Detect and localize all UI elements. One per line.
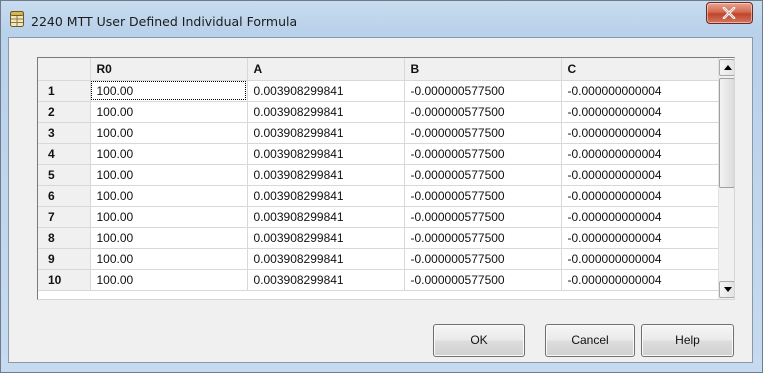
row-number[interactable]: 5 [38, 164, 91, 186]
cell-r0[interactable]: 100.00 [90, 122, 248, 144]
cell-c[interactable]: -0.000000000004 [561, 248, 719, 270]
cell-c[interactable]: -0.000000000004 [561, 269, 719, 291]
table-row[interactable]: 10 100.00 0.003908299841 -0.000000577500 -0.… [38, 269, 719, 291]
row-number[interactable]: 1 [38, 80, 91, 102]
cell-b[interactable]: -0.000000577500 [404, 80, 562, 102]
cell-r0[interactable]: 100.00 [90, 164, 248, 186]
cell-r0[interactable]: 100.00 [90, 143, 248, 165]
row-number[interactable]: 4 [38, 143, 91, 165]
cell-a[interactable]: 0.003908299841 [247, 269, 405, 291]
table-row[interactable]: 9 100.00 0.003908299841 -0.000000577500 -0.0… [38, 248, 719, 270]
row-number[interactable]: 3 [38, 122, 91, 144]
table-row[interactable]: 7 100.00 0.003908299841 -0.000000577500 -0.0… [38, 206, 719, 228]
cell-c[interactable]: -0.000000000004 [561, 122, 719, 144]
cell-b[interactable]: -0.000000577500 [404, 101, 562, 123]
table-icon [10, 11, 24, 27]
cell-b[interactable]: -0.000000577500 [404, 164, 562, 186]
cell-a[interactable]: 0.003908299841 [247, 101, 405, 123]
cell-r0[interactable]: 100.00 [90, 248, 248, 270]
corner-header [38, 58, 91, 81]
table-row[interactable]: 2 100.00 0.003908299841 -0.000000577500 -0.0… [38, 101, 719, 123]
cell-b[interactable]: -0.000000577500 [404, 206, 562, 228]
formula-table: R0 A B C 1 100.00 0.003908299841 -0.0000005… [38, 58, 719, 291]
cell-r0[interactable]: 100.00 [90, 80, 248, 102]
cancel-button[interactable]: Cancel [545, 324, 635, 357]
column-header-c[interactable]: C [561, 58, 719, 81]
scrollbar-thumb[interactable] [719, 78, 734, 188]
cell-r0[interactable]: 100.00 [90, 206, 248, 228]
scroll-up-arrow-icon [724, 65, 732, 70]
title-bar[interactable]: 2240 MTT User Defined Individual Formula [1, 1, 762, 39]
close-button[interactable] [706, 2, 753, 24]
row-number[interactable]: 7 [38, 206, 91, 228]
scroll-down-arrow-icon [724, 287, 732, 292]
cell-a[interactable]: 0.003908299841 [247, 164, 405, 186]
cell-a[interactable]: 0.003908299841 [247, 143, 405, 165]
cell-c[interactable]: -0.000000000004 [561, 143, 719, 165]
formula-grid: R0 A B C 1 100.00 0.003908299841 -0.0000005… [37, 57, 735, 300]
cell-r0[interactable]: 100.00 [90, 227, 248, 249]
cell-b[interactable]: -0.000000577500 [404, 122, 562, 144]
row-number[interactable]: 10 [38, 269, 91, 291]
vertical-scrollbar[interactable] [718, 59, 734, 299]
cell-a[interactable]: 0.003908299841 [247, 248, 405, 270]
cell-r0[interactable]: 100.00 [90, 101, 248, 123]
cell-b[interactable]: -0.000000577500 [404, 248, 562, 270]
cell-c[interactable]: -0.000000000004 [561, 164, 719, 186]
cell-b[interactable]: -0.000000577500 [404, 143, 562, 165]
row-number[interactable]: 9 [38, 248, 91, 270]
cell-r0[interactable]: 100.00 [90, 269, 248, 291]
cell-a[interactable]: 0.003908299841 [247, 185, 405, 207]
cell-b[interactable]: -0.000000577500 [404, 227, 562, 249]
cell-c[interactable]: -0.000000000004 [561, 101, 719, 123]
cell-r0[interactable]: 100.00 [90, 185, 248, 207]
help-button[interactable]: Help [641, 324, 734, 357]
cell-c[interactable]: -0.000000000004 [561, 80, 719, 102]
cell-a[interactable]: 0.003908299841 [247, 206, 405, 228]
scroll-up-button[interactable] [719, 59, 734, 76]
cell-a[interactable]: 0.003908299841 [247, 122, 405, 144]
row-number[interactable]: 2 [38, 101, 91, 123]
column-header-r0[interactable]: R0 [90, 58, 248, 81]
column-header-a[interactable]: A [247, 58, 405, 81]
scroll-down-button[interactable] [719, 281, 734, 298]
cell-c[interactable]: -0.000000000004 [561, 227, 719, 249]
row-number[interactable]: 6 [38, 185, 91, 207]
cell-b[interactable]: -0.000000577500 [404, 185, 562, 207]
ok-button[interactable]: OK [433, 324, 525, 357]
cell-a[interactable]: 0.003908299841 [247, 80, 405, 102]
column-header-b[interactable]: B [404, 58, 562, 81]
cell-a[interactable]: 0.003908299841 [247, 227, 405, 249]
table-row[interactable]: 4 100.00 0.003908299841 -0.000000577500 -0.0… [38, 143, 719, 165]
table-row[interactable]: 6 100.00 0.003908299841 -0.000000577500 -0.0… [38, 185, 719, 207]
table-row[interactable]: 5 100.00 0.003908299841 -0.000000577500 -0.0… [38, 164, 719, 186]
window-title: 2240 MTT User Defined Individual Formula [31, 14, 298, 29]
table-row[interactable]: 8 100.00 0.003908299841 -0.000000577500 -0.0… [38, 227, 719, 249]
cell-c[interactable]: -0.000000000004 [561, 185, 719, 207]
close-icon [722, 7, 736, 19]
row-number[interactable]: 8 [38, 227, 91, 249]
table-row[interactable]: 1 100.00 0.003908299841 -0.000000577500 -0.0… [38, 80, 719, 102]
header-row: R0 A B C [38, 58, 719, 81]
table-row[interactable]: 3 100.00 0.003908299841 -0.000000577500 -0.0… [38, 122, 719, 144]
cell-c[interactable]: -0.000000000004 [561, 206, 719, 228]
cell-b[interactable]: -0.000000577500 [404, 269, 562, 291]
